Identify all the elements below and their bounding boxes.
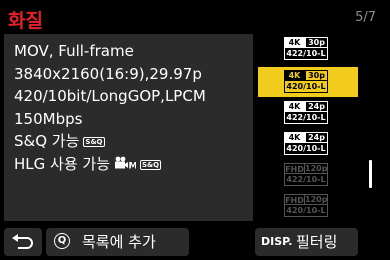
format-icon: 4K 30p 420/10-L <box>284 70 328 94</box>
info-bitrate: 150Mbps <box>14 109 83 128</box>
info-file-format: MOV, Full-frame <box>14 42 134 60</box>
q-button-icon: Q <box>54 233 70 249</box>
format-icon: FHD 120p 420/10-L <box>284 194 329 217</box>
footer-bar: Q 목록에 추가 DISP. 필터링 <box>0 228 390 260</box>
page-title: 화질 <box>8 10 43 32</box>
format-icon: 4K 30p 422/10-L <box>284 37 328 61</box>
format-item-fhd-120p-420: FHD 120p 420/10-L <box>258 191 358 221</box>
format-item-4k-30p-422[interactable]: 4K 30p 422/10-L <box>258 34 358 64</box>
list-scrollbar[interactable] <box>369 160 372 188</box>
info-resolution: 3840x2160(16:9),29.97p <box>14 64 202 83</box>
movie-camera-m-icon: M <box>114 154 138 177</box>
back-button[interactable] <box>4 228 42 256</box>
format-list: 4K 30p 422/10-L 4K 30p 420/10-L 4K 24p 422/… <box>258 34 368 221</box>
info-sq-label: S&Q 가능 <box>14 132 80 150</box>
disp-key-label: DISP. <box>261 235 293 248</box>
format-icon: 4K 24p 420/10-L <box>284 132 328 156</box>
add-to-list-button[interactable]: Q 목록에 추가 <box>46 228 189 256</box>
filter-button[interactable]: DISP. 필터링 <box>255 228 358 256</box>
sq-badge-icon: S&Q <box>140 159 162 170</box>
format-item-4k-24p-422[interactable]: 4K 24p 422/10-L <box>258 98 358 128</box>
format-item-4k-30p-420[interactable]: 4K 30p 420/10-L <box>258 67 358 97</box>
info-hlg-label: HLG 사용 가능 <box>14 154 110 173</box>
format-item-4k-24p-420[interactable]: 4K 24p 420/10-L <box>258 129 358 159</box>
format-icon: 4K 24p 422/10-L <box>284 101 328 125</box>
info-sq-available: S&Q 가능 S&Q <box>14 130 253 153</box>
format-item-fhd-120p-422: FHD 120p 422/10-L <box>258 160 358 190</box>
svg-text:M: M <box>129 161 137 170</box>
return-arrow-icon <box>11 234 35 254</box>
info-codec: 420/10bit/LongGOP,LPCM <box>14 87 206 105</box>
format-icon: FHD 120p 422/10-L <box>284 163 329 186</box>
filter-label: 필터링 <box>296 233 338 251</box>
add-to-list-label: 목록에 추가 <box>82 233 156 251</box>
info-hlg-available: HLG 사용 가능 M S&Q <box>14 153 253 177</box>
sq-badge-icon: S&Q <box>83 137 105 147</box>
format-info-panel: MOV, Full-frame 3840x2160(16:9),29.97p 4… <box>4 34 253 221</box>
page-indicator: 5/7 <box>355 10 376 25</box>
